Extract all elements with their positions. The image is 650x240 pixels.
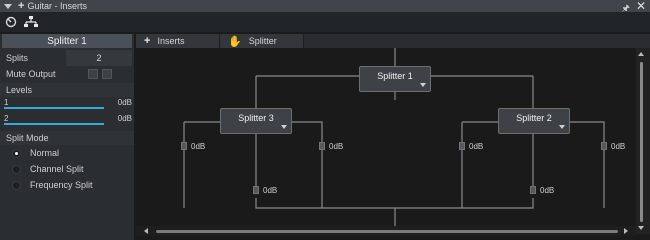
routing-graph-canvas[interactable]: Splitter 1 Splitter 3 Splitter 2 0dB 0dB…	[136, 48, 636, 234]
gain-port[interactable]	[530, 186, 536, 194]
toolbar	[0, 12, 650, 32]
gain-port[interactable]	[319, 142, 325, 150]
tab-inserts[interactable]: + Inserts	[136, 34, 220, 48]
splitter-node-2[interactable]: Splitter 2	[498, 108, 570, 134]
level-slider[interactable]	[4, 107, 104, 109]
node-label: Splitter 2	[516, 113, 552, 123]
levels-section-header: Levels	[0, 83, 134, 97]
scroll-thumb[interactable]	[640, 62, 643, 222]
collapse-triangle-icon[interactable]	[4, 3, 12, 9]
mode-option-normal[interactable]: Normal	[0, 145, 134, 161]
panel-title: Splitter 1	[2, 34, 132, 48]
hand-icon: ✋	[228, 35, 242, 48]
gain-label: 0dB	[611, 142, 626, 151]
view-tabs: + Inserts ✋ Splitter	[136, 34, 650, 48]
gain-label: 0dB	[469, 142, 484, 151]
level-row[interactable]: 2 0dB	[0, 113, 134, 129]
level-number: 2	[4, 114, 9, 123]
mute-output-toggle-2[interactable]	[102, 69, 112, 79]
node-label: Splitter 1	[377, 71, 413, 81]
splitter-properties-panel: Splitter 1 Splits 2 Mute Output Levels 1…	[0, 34, 134, 240]
gain-port[interactable]	[601, 142, 607, 150]
level-slider[interactable]	[4, 123, 104, 125]
radio-selected-icon[interactable]	[12, 148, 21, 158]
routing-icon[interactable]	[4, 15, 18, 29]
chevron-down-icon[interactable]	[420, 83, 426, 87]
splits-value-field[interactable]: 2	[66, 50, 132, 66]
split-mode-section-header: Split Mode	[0, 131, 134, 145]
window-title-bar: + Guitar - Inserts 🖈 ✕	[0, 0, 650, 13]
mute-output-label: Mute Output	[6, 69, 56, 79]
network-icon[interactable]	[24, 15, 38, 29]
mode-label: Normal	[30, 148, 60, 158]
tab-label: Inserts	[157, 36, 185, 46]
chevron-down-icon[interactable]	[281, 125, 287, 129]
node-label: Splitter 3	[238, 113, 274, 123]
gain-port[interactable]	[253, 186, 259, 194]
gain-label: 0dB	[329, 142, 344, 151]
gain-port[interactable]	[459, 142, 465, 150]
gain-port[interactable]	[181, 142, 187, 150]
gain-label: 0dB	[263, 186, 278, 195]
level-row[interactable]: 1 0dB	[0, 97, 134, 113]
radio-icon[interactable]	[12, 164, 21, 174]
scroll-down-icon[interactable]	[638, 226, 644, 230]
plus-icon[interactable]: +	[18, 0, 24, 12]
chevron-down-icon[interactable]	[559, 125, 565, 129]
scroll-thumb[interactable]	[156, 230, 618, 233]
gain-label: 0dB	[191, 142, 206, 151]
tab-label: Splitter	[248, 36, 277, 46]
splitter-node-1[interactable]: Splitter 1	[359, 66, 431, 92]
vertical-scrollbar[interactable]	[636, 48, 650, 234]
window-title: Guitar - Inserts	[27, 1, 87, 11]
splits-row: Splits 2	[0, 50, 134, 66]
mute-output-row: Mute Output	[0, 66, 134, 82]
mode-option-frequency-split[interactable]: Frequency Split	[0, 177, 134, 193]
level-db: 0dB	[117, 98, 132, 107]
mode-label: Channel Split	[30, 164, 84, 174]
splits-label: Splits	[6, 53, 29, 63]
gain-label: 0dB	[540, 186, 555, 195]
tab-splitter[interactable]: ✋ Splitter	[220, 34, 304, 48]
horizontal-scrollbar[interactable]	[136, 226, 636, 236]
scroll-right-icon[interactable]	[624, 228, 628, 234]
scroll-up-icon[interactable]	[638, 52, 644, 56]
mode-option-channel-split[interactable]: Channel Split	[0, 161, 134, 177]
splitter-node-3[interactable]: Splitter 3	[220, 108, 292, 134]
plus-icon: +	[144, 35, 151, 47]
level-number: 1	[4, 98, 9, 107]
level-db: 0dB	[117, 114, 132, 123]
radio-icon[interactable]	[12, 180, 21, 190]
mute-output-toggle-1[interactable]	[88, 69, 98, 79]
mode-label: Frequency Split	[30, 180, 93, 190]
scroll-left-icon[interactable]	[144, 228, 148, 234]
